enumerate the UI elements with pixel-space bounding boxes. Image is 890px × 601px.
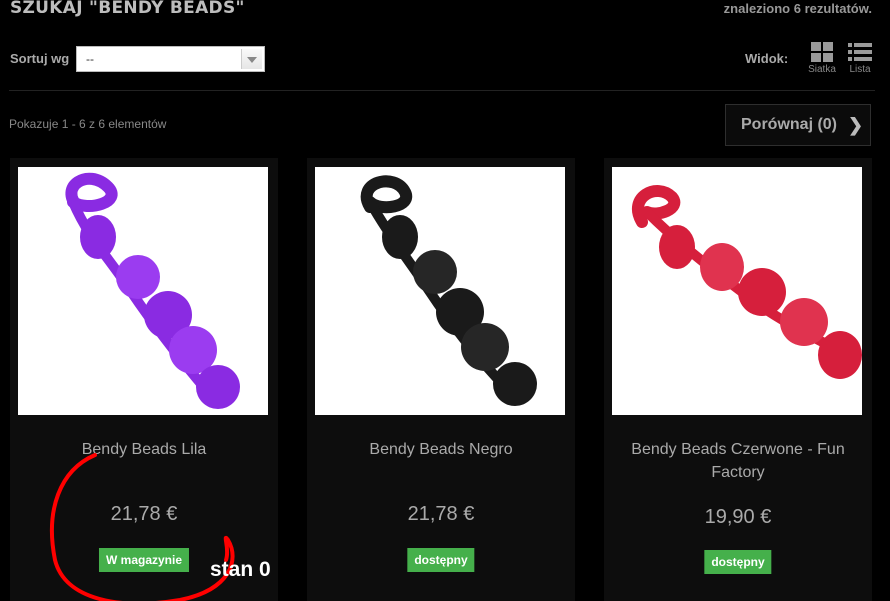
grid-view-button[interactable]: Siatka [802, 42, 842, 82]
product-price: 21,78 € [407, 503, 475, 525]
sort-selected-value: -- [86, 52, 94, 66]
product-card[interactable]: Bendy Beads Lila 21,78 € W magazynie [10, 158, 278, 601]
product-card[interactable]: Bendy Beads Czerwone - Fun Factory 19,90… [604, 158, 872, 601]
product-name[interactable]: Bendy Beads Negro [317, 438, 565, 461]
product-card[interactable]: Bendy Beads Negro 21,78 € dostępny [307, 158, 575, 601]
product-image[interactable] [315, 167, 565, 415]
availability-badge: dostępny [704, 550, 772, 574]
list-view-button[interactable]: Lista [840, 42, 880, 82]
divider [9, 90, 875, 91]
product-name[interactable]: Bendy Beads Czerwone - Fun Factory [614, 438, 862, 484]
product-image[interactable] [18, 167, 268, 415]
list-icon [848, 42, 872, 62]
list-view-label: Lista [849, 64, 871, 75]
availability-badge: dostępny [407, 548, 475, 572]
view-label: Widok: [745, 51, 789, 66]
availability-badge: W magazynie [98, 548, 190, 572]
sort-label: Sortuj wg [10, 51, 70, 66]
chevron-down-icon[interactable] [241, 49, 262, 69]
search-title: SZUKAJ "BENDY BEADS" [10, 0, 245, 18]
product-price: 21,78 € [110, 503, 178, 525]
product-price: 19,90 € [704, 506, 772, 528]
product-name[interactable]: Bendy Beads Lila [20, 438, 268, 461]
grid-view-label: Siatka [808, 64, 836, 75]
sort-select[interactable]: -- [76, 46, 265, 72]
result-count: znaleziono 6 rezultatów. [723, 1, 872, 16]
annotation-text: stan 0 [210, 558, 271, 581]
showing-count: Pokazuje 1 - 6 z 6 elementów [9, 117, 167, 131]
compare-button[interactable]: Porównaj (0) ❯ [725, 104, 871, 146]
compare-label: Porównaj (0) [741, 116, 838, 133]
chevron-right-icon: ❯ [848, 115, 864, 135]
product-image[interactable] [612, 167, 862, 415]
grid-icon [811, 42, 833, 62]
